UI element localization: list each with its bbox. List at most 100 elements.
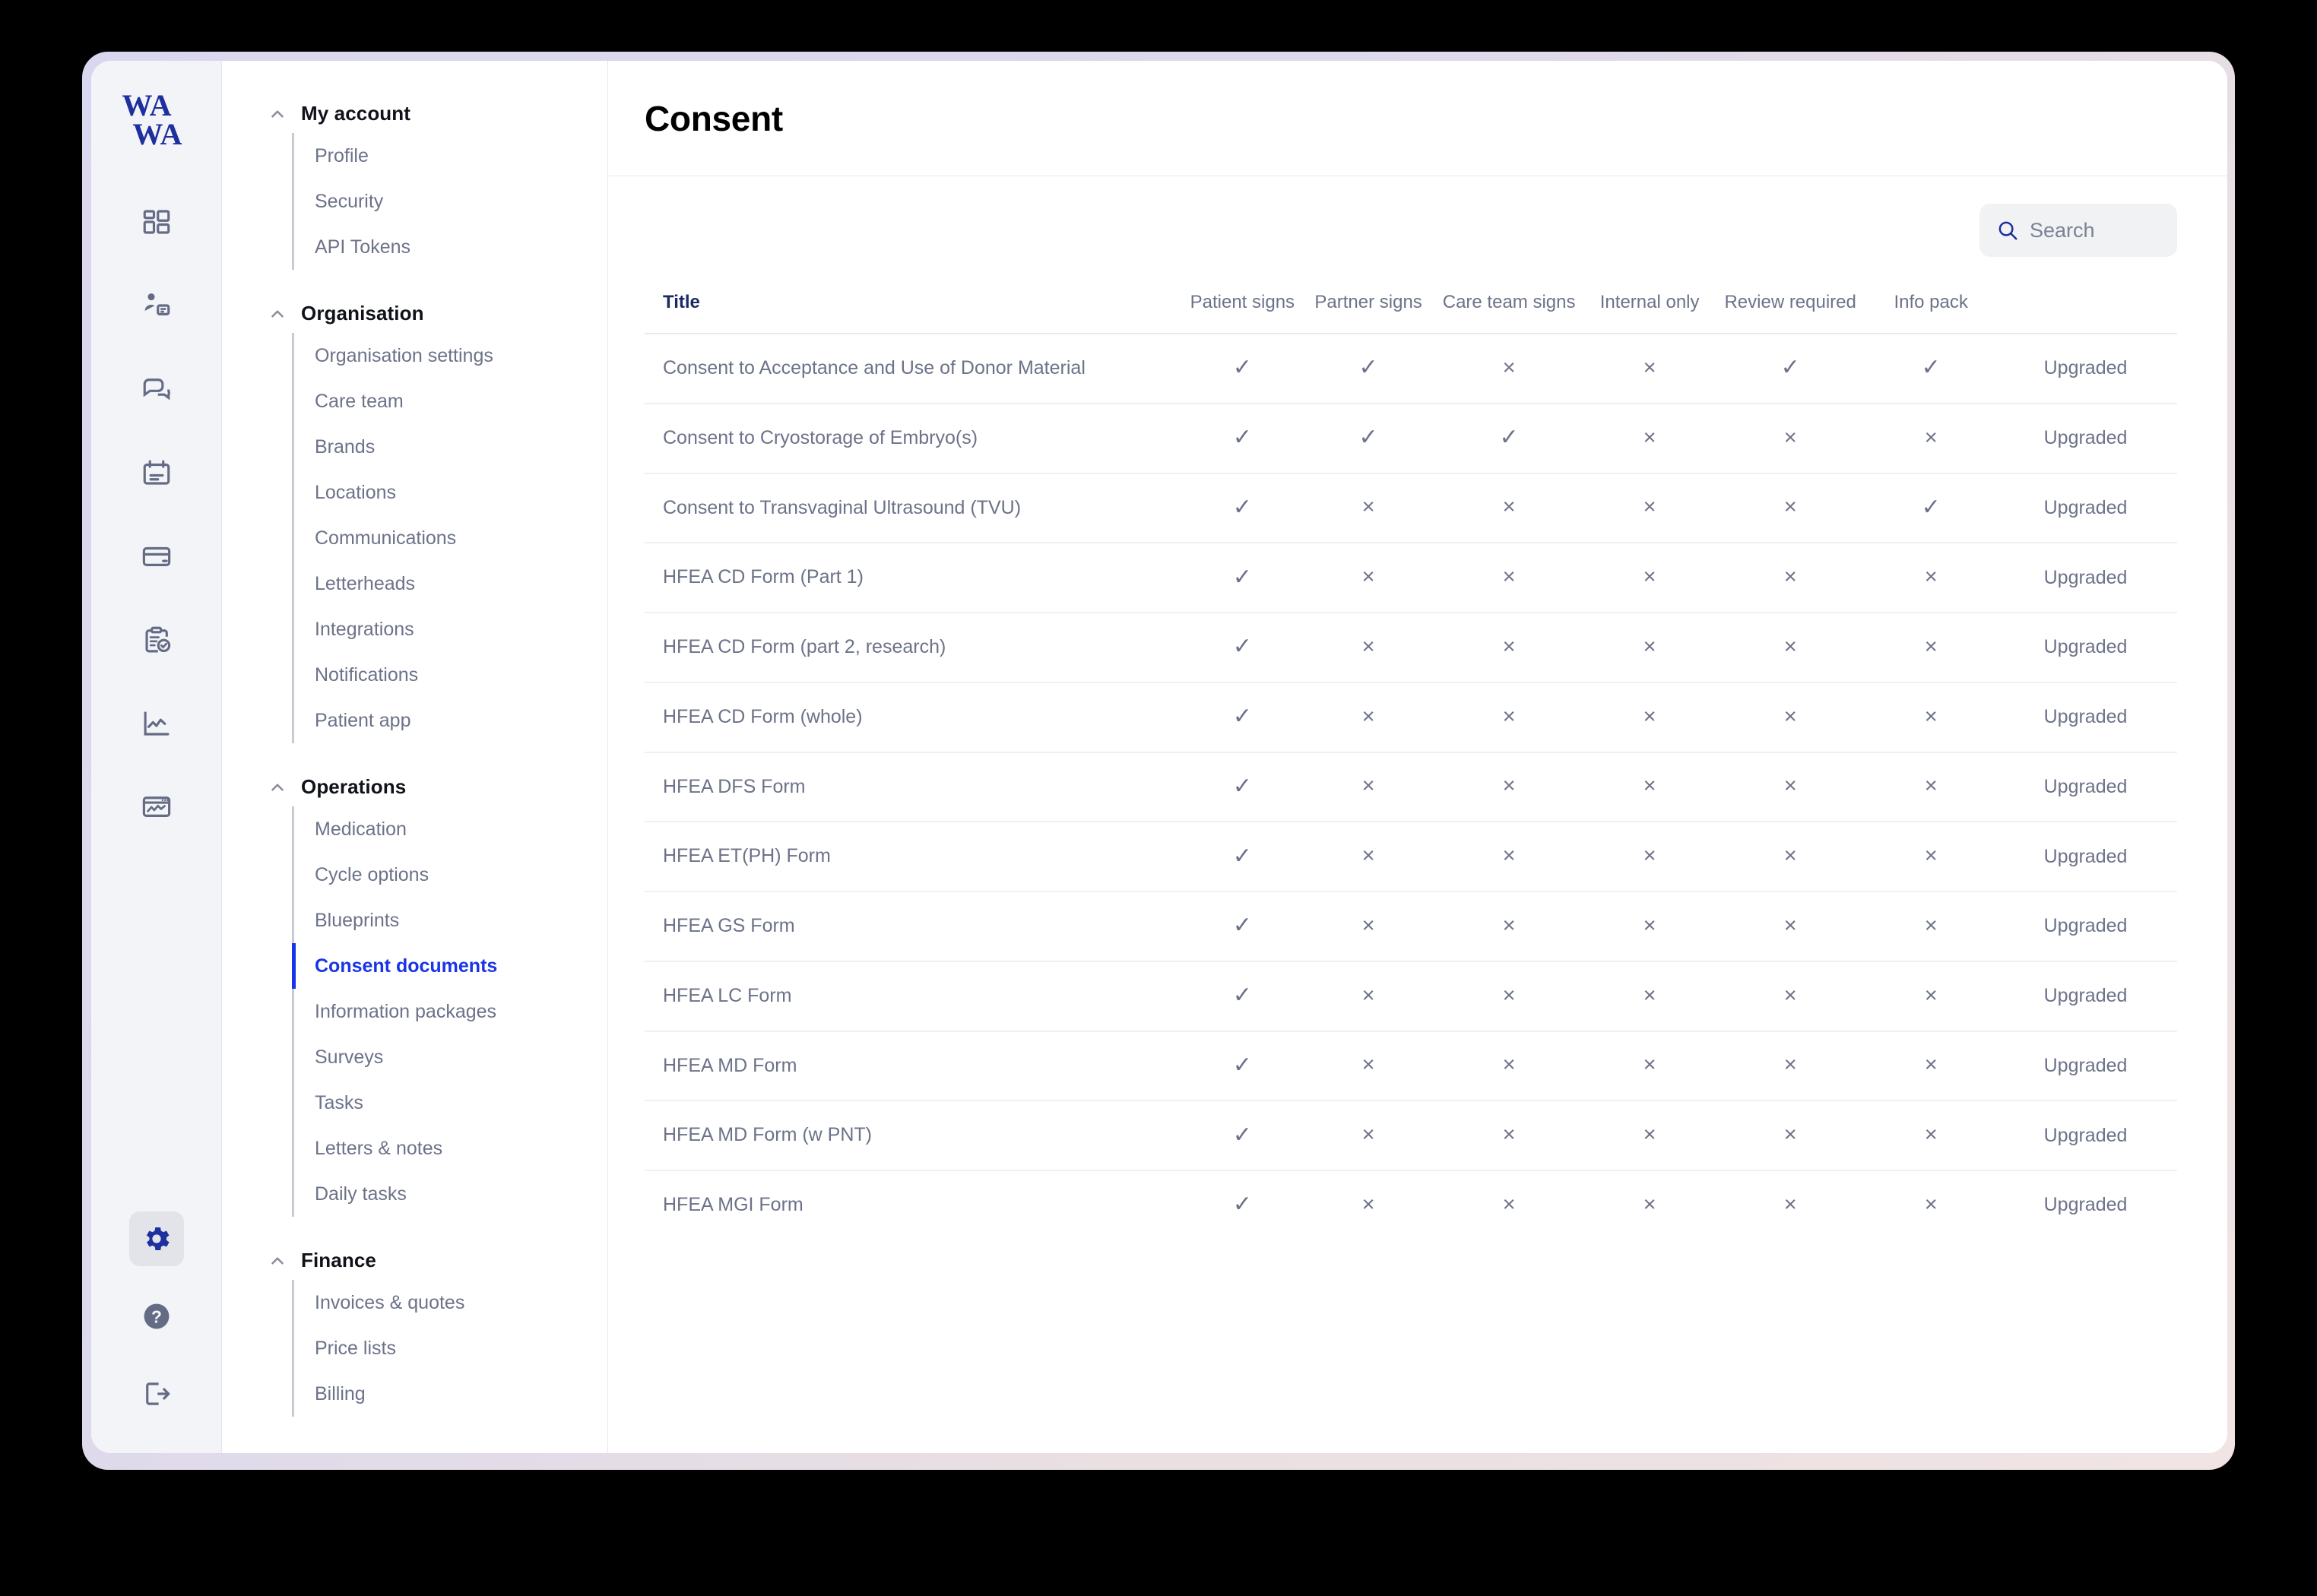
cell-title[interactable]: HFEA MD Form — [645, 1031, 1179, 1101]
messages-icon[interactable] — [129, 362, 184, 416]
monitoring-window-icon[interactable] — [129, 780, 184, 834]
column-header-info-pack[interactable]: Info pack — [1868, 278, 1994, 334]
status-badge: Upgraded — [2043, 1124, 2128, 1146]
column-header-patient-signs[interactable]: Patient signs — [1179, 278, 1305, 334]
check-icon: ✓ — [1232, 843, 1252, 869]
column-header-internal-only[interactable]: Internal only — [1586, 278, 1713, 334]
sidebar-item-daily-tasks[interactable]: Daily tasks — [294, 1171, 607, 1217]
cross-icon: × — [1361, 913, 1375, 938]
sidebar-item-patient-app[interactable]: Patient app — [294, 698, 607, 743]
sidebar-item-communications[interactable]: Communications — [294, 515, 607, 561]
table-row[interactable]: HFEA MGI Form ✓ × × × × × Upgraded — [645, 1170, 2177, 1240]
cell-title[interactable]: HFEA LC Form — [645, 961, 1179, 1031]
cell-partner-signs: × — [1305, 473, 1431, 543]
table-row[interactable]: HFEA DFS Form ✓ × × × × × Upgraded — [645, 752, 2177, 822]
table-row[interactable]: HFEA MD Form (w PNT) ✓ × × × × × Upgraded — [645, 1100, 2177, 1170]
sidebar-item-letterheads[interactable]: Letterheads — [294, 561, 607, 606]
sidebar-item-price-lists[interactable]: Price lists — [294, 1325, 607, 1371]
table-row[interactable]: HFEA GS Form ✓ × × × × × Upgraded — [645, 891, 2177, 961]
help-question-icon[interactable]: ? — [129, 1289, 184, 1344]
status-badge: Upgraded — [2043, 636, 2128, 658]
search-input[interactable] — [2030, 218, 2160, 242]
sidebar-item-security[interactable]: Security — [294, 179, 607, 224]
sidebar-item-api-tokens[interactable]: API Tokens — [294, 224, 607, 270]
cross-icon: × — [1924, 774, 1938, 799]
cell-title[interactable]: HFEA MGI Form — [645, 1170, 1179, 1240]
sidebar-item-tasks[interactable]: Tasks — [294, 1080, 607, 1126]
sidebar-item-organisation-settings[interactable]: Organisation settings — [294, 333, 607, 378]
settings-nav-panel[interactable]: My account Profile Security API Tokens O… — [222, 61, 608, 1453]
logout-icon[interactable] — [129, 1366, 184, 1421]
cross-icon: × — [1361, 565, 1375, 590]
cell-title[interactable]: Consent to Transvaginal Ultrasound (TVU) — [645, 473, 1179, 543]
cell-title[interactable]: Consent to Cryostorage of Embryo(s) — [645, 404, 1179, 473]
sidebar-item-letters-notes[interactable]: Letters & notes — [294, 1126, 607, 1171]
sidebar-item-consent-documents[interactable]: Consent documents — [292, 943, 607, 989]
table-row[interactable]: Consent to Acceptance and Use of Donor M… — [645, 334, 2177, 404]
cell-care-team-signs: × — [1431, 543, 1586, 613]
sidebar-item-locations[interactable]: Locations — [294, 470, 607, 515]
table-row[interactable]: HFEA CD Form (Part 1) ✓ × × × × × Upgraded — [645, 543, 2177, 613]
cross-icon: × — [1924, 1192, 1938, 1217]
table-row[interactable]: HFEA LC Form ✓ × × × × × Upgraded — [645, 961, 2177, 1031]
gear-icon[interactable] — [128, 1211, 184, 1266]
table-row[interactable]: Consent to Cryostorage of Embryo(s) ✓ ✓ ✓ × ×… — [645, 404, 2177, 473]
table-row[interactable]: Consent to Transvaginal Ultrasound (TVU)… — [645, 473, 2177, 543]
sidebar-item-information-packages[interactable]: Information packages — [294, 989, 607, 1034]
analytics-line-chart-icon[interactable] — [129, 696, 184, 751]
sidebar-item-medication[interactable]: Medication — [294, 806, 607, 852]
sidebar-item-care-team[interactable]: Care team — [294, 378, 607, 424]
nav-group-header-my-account[interactable]: My account — [222, 94, 607, 133]
check-icon: ✓ — [1232, 1052, 1252, 1078]
nav-group-header-organisation[interactable]: Organisation — [222, 294, 607, 333]
cross-icon: × — [1924, 634, 1938, 659]
sidebar-item-notifications[interactable]: Notifications — [294, 652, 607, 698]
cell-partner-signs: × — [1305, 543, 1431, 613]
patient-record-icon[interactable] — [129, 278, 184, 333]
sidebar-item-profile[interactable]: Profile — [294, 133, 607, 179]
sidebar-item-blueprints[interactable]: Blueprints — [294, 898, 607, 943]
cell-title[interactable]: HFEA CD Form (part 2, research) — [645, 613, 1179, 682]
cell-title[interactable]: HFEA GS Form — [645, 891, 1179, 961]
column-header-partner-signs[interactable]: Partner signs — [1305, 278, 1431, 334]
search-box[interactable] — [1979, 204, 2177, 257]
cell-title[interactable]: HFEA CD Form (Part 1) — [645, 543, 1179, 613]
nav-group-header-finance[interactable]: Finance — [222, 1241, 607, 1280]
dashboard-icon[interactable] — [129, 195, 184, 249]
calendar-icon[interactable] — [129, 445, 184, 500]
cell-internal-only: × — [1586, 1031, 1713, 1101]
sidebar-item-cycle-options[interactable]: Cycle options — [294, 852, 607, 898]
sidebar-item-brands[interactable]: Brands — [294, 424, 607, 470]
page-title: Consent — [645, 98, 783, 138]
clipboard-check-icon[interactable] — [129, 613, 184, 667]
column-header-review-required[interactable]: Review required — [1713, 278, 1868, 334]
column-header-care-team-signs[interactable]: Care team signs — [1431, 278, 1586, 334]
table-row[interactable]: HFEA ET(PH) Form ✓ × × × × × Upgraded — [645, 822, 2177, 891]
cross-icon: × — [1924, 1123, 1938, 1148]
cell-internal-only: × — [1586, 752, 1713, 822]
cell-title[interactable]: HFEA DFS Form — [645, 752, 1179, 822]
cell-care-team-signs: × — [1431, 473, 1586, 543]
cell-title[interactable]: HFEA CD Form (whole) — [645, 682, 1179, 752]
cross-icon: × — [1783, 844, 1797, 869]
sidebar-item-billing[interactable]: Billing — [294, 1371, 607, 1417]
cell-title[interactable]: HFEA ET(PH) Form — [645, 822, 1179, 891]
sidebar-item-integrations[interactable]: Integrations — [294, 606, 607, 652]
cell-title[interactable]: HFEA MD Form (w PNT) — [645, 1100, 1179, 1170]
cross-icon: × — [1783, 634, 1797, 659]
cell-review-required: × — [1713, 613, 1868, 682]
cell-partner-signs: × — [1305, 961, 1431, 1031]
cross-icon: × — [1502, 495, 1516, 520]
cell-care-team-signs: × — [1431, 334, 1586, 404]
payments-card-icon[interactable] — [129, 529, 184, 584]
check-icon: ✓ — [1232, 634, 1252, 660]
column-header-title[interactable]: Title — [645, 278, 1179, 334]
cell-care-team-signs: × — [1431, 1031, 1586, 1101]
cell-title[interactable]: Consent to Acceptance and Use of Donor M… — [645, 334, 1179, 404]
table-row[interactable]: HFEA CD Form (part 2, research) ✓ × × × × × Upg… — [645, 613, 2177, 682]
nav-group-header-operations[interactable]: Operations — [222, 768, 607, 806]
table-row[interactable]: HFEA MD Form ✓ × × × × × Upgraded — [645, 1031, 2177, 1101]
sidebar-item-surveys[interactable]: Surveys — [294, 1034, 607, 1080]
table-row[interactable]: HFEA CD Form (whole) ✓ × × × × × Upgraded — [645, 682, 2177, 752]
sidebar-item-invoices-quotes[interactable]: Invoices & quotes — [294, 1280, 607, 1325]
